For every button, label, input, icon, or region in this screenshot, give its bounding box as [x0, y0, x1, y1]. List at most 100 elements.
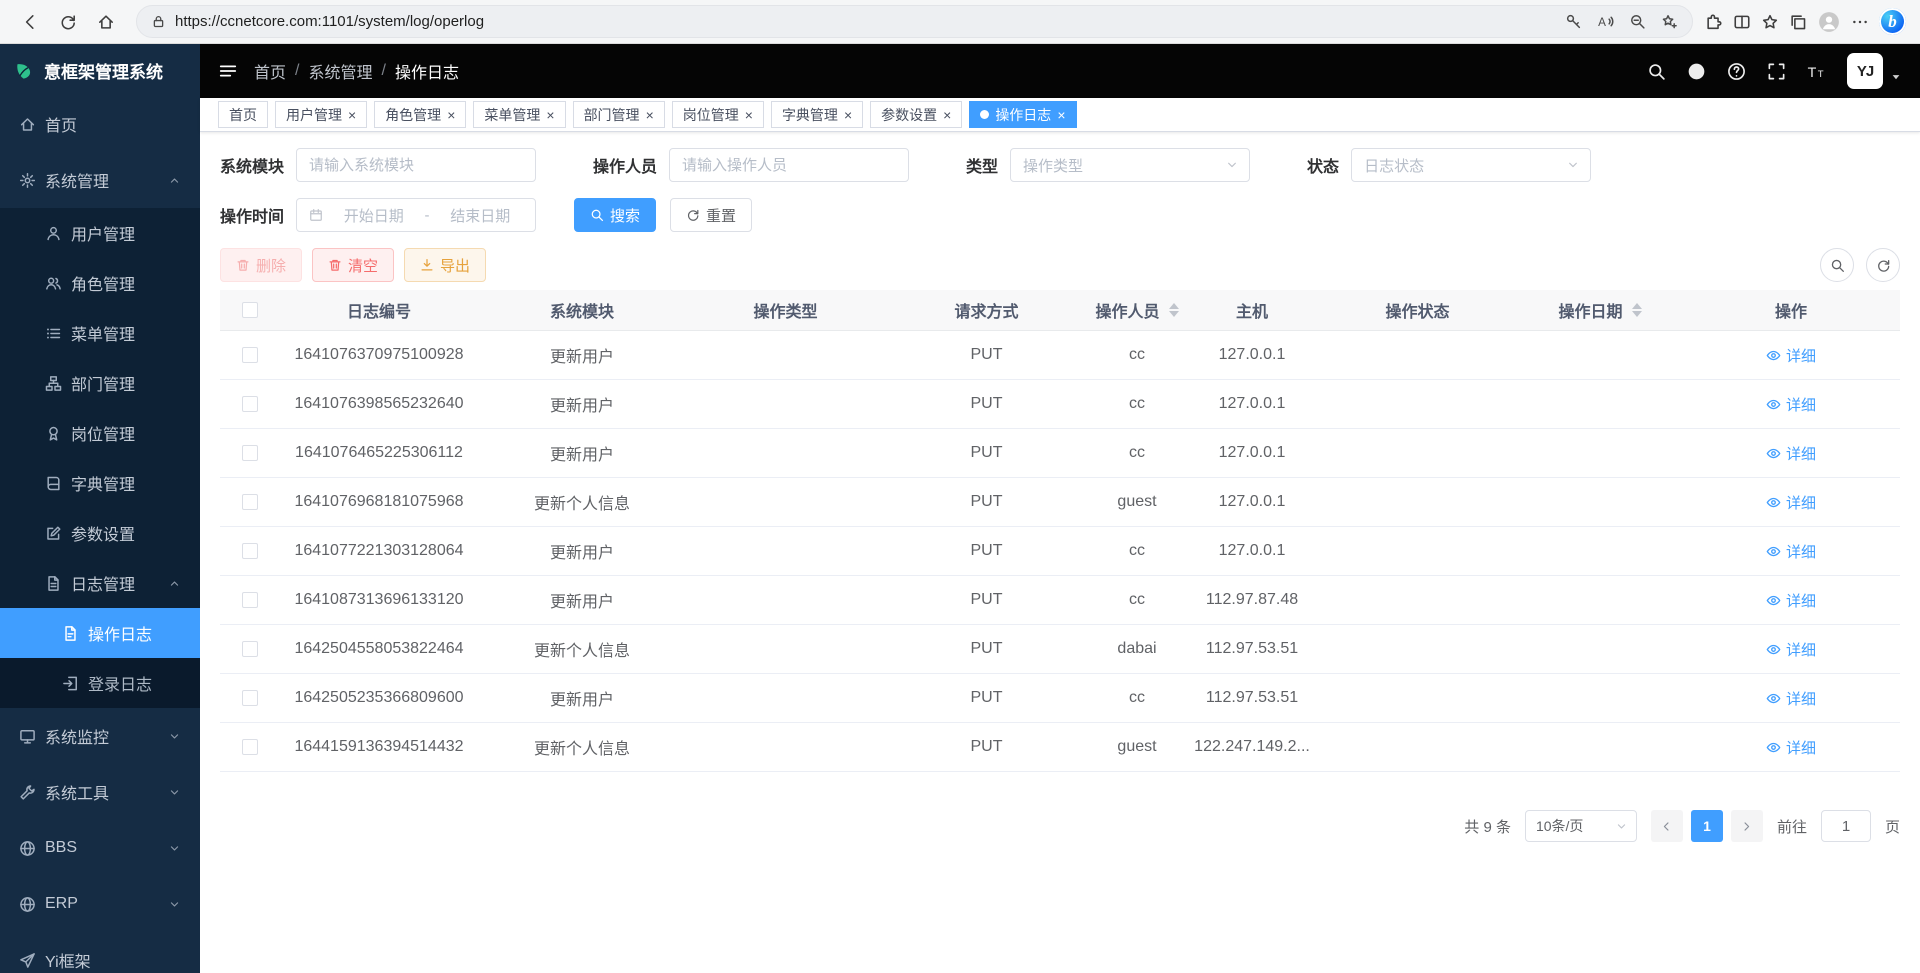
sidebar-item-param-settings[interactable]: 参数设置 — [0, 508, 200, 558]
close-icon[interactable]: × — [546, 108, 554, 122]
sidebar-item-system-mgmt[interactable]: 系统管理 — [0, 152, 200, 208]
more-menu-icon[interactable] — [1851, 13, 1869, 31]
export-button[interactable]: 导出 — [404, 248, 486, 282]
search-button[interactable]: 搜索 — [574, 198, 656, 232]
sort-icon[interactable] — [1169, 303, 1179, 317]
close-icon[interactable]: × — [447, 108, 455, 122]
sidebar-item-post-mgmt[interactable]: 岗位管理 — [0, 408, 200, 458]
row-checkbox[interactable] — [242, 347, 258, 363]
extensions-icon[interactable] — [1705, 13, 1723, 31]
favorites-icon[interactable] — [1761, 13, 1779, 31]
close-icon[interactable]: × — [646, 108, 654, 122]
reset-button[interactable]: 重置 — [670, 198, 752, 232]
row-checkbox[interactable] — [242, 592, 258, 608]
breadcrumb-item[interactable]: 首页 — [254, 59, 286, 83]
sidebar-item-login-log[interactable]: 登录日志 — [0, 658, 200, 708]
goto-page-input[interactable] — [1821, 810, 1871, 842]
page-number-button[interactable]: 1 — [1691, 810, 1723, 842]
type-select[interactable]: 操作类型 — [1010, 148, 1250, 182]
detail-link[interactable]: 详细 — [1766, 394, 1816, 415]
detail-link[interactable]: 详细 — [1766, 492, 1816, 513]
header-search-icon[interactable] — [1647, 62, 1666, 81]
address-bar[interactable]: https://ccnetcore.com:1101/system/log/op… — [136, 5, 1693, 38]
toggle-search-button[interactable] — [1820, 248, 1854, 282]
column-header-date[interactable]: 操作日期 — [1518, 298, 1682, 322]
close-icon[interactable]: × — [348, 108, 356, 122]
tab-role-mgmt[interactable]: 角色管理× — [374, 101, 466, 128]
tab-oper-log[interactable]: 操作日志× — [969, 101, 1076, 128]
tab-menu-mgmt[interactable]: 菜单管理× — [473, 101, 565, 128]
help-icon[interactable] — [1727, 62, 1746, 81]
tab-post-mgmt[interactable]: 岗位管理× — [672, 101, 764, 128]
browser-refresh-button[interactable] — [50, 4, 86, 40]
sidebar-item-dict-mgmt[interactable]: 字典管理 — [0, 458, 200, 508]
sidebar-item-bbs[interactable]: BBS — [0, 820, 200, 876]
sidebar-item-erp[interactable]: ERP — [0, 876, 200, 932]
operator-input[interactable] — [669, 148, 909, 182]
sidebar-item-sys-tools[interactable]: 系统工具 — [0, 764, 200, 820]
tab-user-mgmt[interactable]: 用户管理× — [275, 101, 367, 128]
prev-page-button[interactable] — [1651, 810, 1683, 842]
split-screen-icon[interactable] — [1733, 13, 1751, 31]
profile-avatar-icon[interactable] — [1817, 10, 1841, 34]
tab-dict-mgmt[interactable]: 字典管理× — [771, 101, 863, 128]
select-all-checkbox[interactable] — [242, 302, 258, 318]
sidebar-item-dept-mgmt[interactable]: 部门管理 — [0, 358, 200, 408]
collections-icon[interactable] — [1789, 13, 1807, 31]
sidebar-item-sys-monitor[interactable]: 系统监控 — [0, 708, 200, 764]
column-header-operator[interactable]: 操作人员 — [1087, 298, 1187, 322]
collapse-sidebar-icon[interactable] — [218, 61, 238, 81]
sidebar-item-log-mgmt[interactable]: 日志管理 — [0, 558, 200, 608]
user-avatar[interactable]: YJ — [1847, 53, 1883, 89]
sidebar-item-role-mgmt[interactable]: 角色管理 — [0, 258, 200, 308]
refresh-table-button[interactable] — [1866, 248, 1900, 282]
row-checkbox[interactable] — [242, 690, 258, 706]
app-logo[interactable]: 意框架管理系统 — [0, 44, 200, 96]
password-key-icon[interactable] — [1565, 13, 1582, 30]
close-icon[interactable]: × — [1057, 108, 1065, 122]
github-icon[interactable] — [1687, 62, 1706, 81]
status-select[interactable]: 日志状态 — [1351, 148, 1591, 182]
breadcrumb-item[interactable]: 系统管理 — [308, 59, 372, 83]
tab-dept-mgmt[interactable]: 部门管理× — [573, 101, 665, 128]
fullscreen-icon[interactable] — [1767, 62, 1786, 81]
browser-home-button[interactable] — [88, 4, 124, 40]
next-page-button[interactable] — [1731, 810, 1763, 842]
add-favorite-icon[interactable] — [1661, 13, 1678, 30]
delete-button[interactable]: 删除 — [220, 248, 302, 282]
sort-icon[interactable] — [1632, 303, 1642, 317]
detail-link[interactable]: 详细 — [1766, 443, 1816, 464]
detail-link[interactable]: 详细 — [1766, 541, 1816, 562]
tab-param-settings[interactable]: 参数设置× — [870, 101, 962, 128]
back-button[interactable] — [12, 4, 48, 40]
date-range-picker[interactable]: 开始日期 - 结束日期 — [296, 198, 536, 232]
zoom-out-icon[interactable] — [1629, 13, 1646, 30]
row-checkbox[interactable] — [242, 543, 258, 559]
sidebar-item-oper-log[interactable]: 操作日志 — [0, 608, 200, 658]
read-aloud-icon[interactable]: A — [1597, 13, 1614, 30]
sidebar-item-user-mgmt[interactable]: 用户管理 — [0, 208, 200, 258]
sidebar-item-menu-mgmt[interactable]: 菜单管理 — [0, 308, 200, 358]
page-size-select[interactable]: 10条/页 — [1525, 810, 1637, 842]
bing-copilot-icon[interactable]: b — [1879, 8, 1906, 35]
detail-link[interactable]: 详细 — [1766, 345, 1816, 366]
detail-link[interactable]: 详细 — [1766, 590, 1816, 611]
close-icon[interactable]: × — [844, 108, 852, 122]
avatar-caret-icon[interactable] — [1890, 71, 1902, 83]
close-icon[interactable]: × — [943, 108, 951, 122]
row-checkbox[interactable] — [242, 445, 258, 461]
clear-button[interactable]: 清空 — [312, 248, 394, 282]
detail-link[interactable]: 详细 — [1766, 639, 1816, 660]
row-checkbox[interactable] — [242, 494, 258, 510]
sidebar-item-yi-framework[interactable]: Yi框架 — [0, 932, 200, 973]
font-size-icon[interactable]: TT — [1807, 62, 1826, 81]
row-checkbox[interactable] — [242, 739, 258, 755]
row-checkbox[interactable] — [242, 396, 258, 412]
close-icon[interactable]: × — [745, 108, 753, 122]
module-input[interactable] — [296, 148, 536, 182]
row-checkbox[interactable] — [242, 641, 258, 657]
sidebar-item-home[interactable]: 首页 — [0, 96, 200, 152]
detail-link[interactable]: 详细 — [1766, 688, 1816, 709]
tab-home[interactable]: 首页 — [218, 101, 268, 128]
detail-link[interactable]: 详细 — [1766, 737, 1816, 758]
